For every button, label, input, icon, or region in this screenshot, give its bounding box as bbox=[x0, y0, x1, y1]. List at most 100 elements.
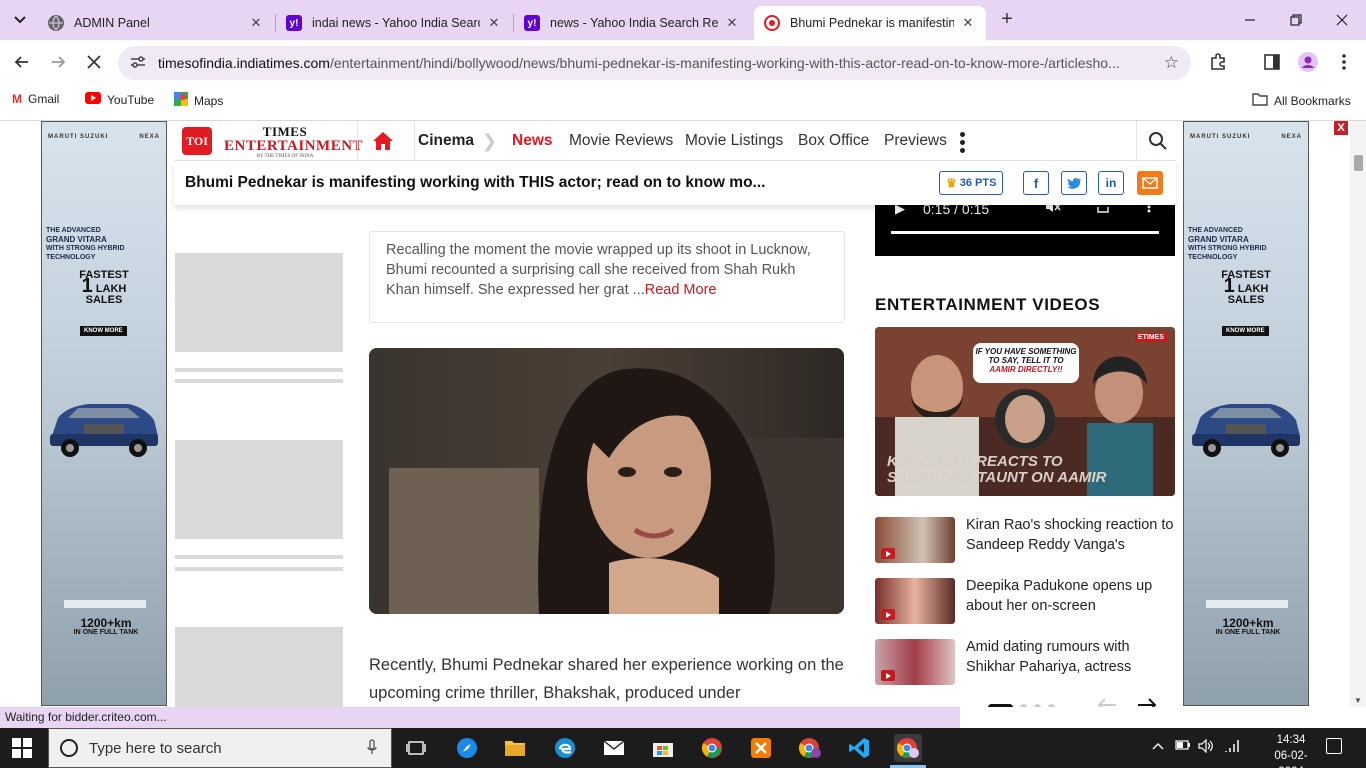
store-icon[interactable] bbox=[649, 734, 677, 762]
taskbar-clock[interactable]: 14:34 06-02-2024 bbox=[1266, 732, 1316, 768]
extensions-button[interactable] bbox=[1204, 48, 1232, 76]
bookmark-maps[interactable]: Maps bbox=[174, 92, 223, 109]
chrome-icon[interactable] bbox=[698, 734, 726, 762]
close-window-button[interactable] bbox=[1330, 8, 1354, 32]
all-bookmarks[interactable]: All Bookmarks bbox=[1252, 92, 1351, 109]
right-ad-banner[interactable]: MARUTI SUZUKI NEXA THE ADVANCED GRAND VI… bbox=[1183, 121, 1309, 706]
chrome-active-icon[interactable] bbox=[894, 734, 922, 762]
stop-loading-button[interactable] bbox=[80, 48, 108, 76]
task-view-icon[interactable] bbox=[402, 734, 430, 762]
loading-placeholder bbox=[175, 440, 343, 539]
windows-start-icon[interactable] bbox=[12, 738, 32, 758]
close-icon[interactable]: ✕ bbox=[486, 15, 502, 31]
ad-know-more-button[interactable]: KNOW MORE bbox=[80, 326, 127, 336]
minimize-button[interactable] bbox=[1238, 8, 1262, 32]
share-email-button[interactable] bbox=[1137, 171, 1163, 195]
minimize-icon bbox=[1245, 19, 1255, 21]
bookmark-star-icon[interactable]: ☆ bbox=[1164, 53, 1179, 73]
tray-chevron-up-icon[interactable] bbox=[1152, 739, 1164, 753]
microphone-icon[interactable] bbox=[367, 738, 377, 758]
read-more-link[interactable]: Read More bbox=[645, 282, 717, 298]
site-settings-icon[interactable] bbox=[128, 55, 148, 72]
address-bar[interactable]: timesofindia.indiatimes.com/entertainmen… bbox=[118, 46, 1191, 80]
bookmarks-bar: M Gmail YouTube Maps All Bookmarks bbox=[0, 85, 1366, 115]
caption-line: SANDEEP'S TAUNT ON AAMIR bbox=[887, 469, 1107, 486]
bookmark-youtube[interactable]: YouTube bbox=[85, 92, 154, 107]
new-tab-button[interactable]: + bbox=[996, 8, 1018, 30]
close-icon[interactable]: ✕ bbox=[248, 15, 264, 31]
share-facebook-button[interactable]: f bbox=[1023, 171, 1049, 195]
loading-placeholder-line bbox=[175, 368, 343, 372]
carousel-prev-arrow-icon[interactable] bbox=[1097, 695, 1117, 707]
nav-cinema[interactable]: Cinema bbox=[418, 132, 474, 150]
chrome-profile-icon[interactable] bbox=[796, 734, 824, 762]
mail-icon[interactable] bbox=[600, 734, 628, 762]
ad-close-button[interactable]: X bbox=[1334, 121, 1348, 135]
restore-button[interactable] bbox=[1284, 8, 1308, 32]
nav-movie-listings[interactable]: Movie Listings bbox=[685, 132, 783, 150]
share-linkedin-button[interactable]: in bbox=[1098, 171, 1124, 195]
video-list-item[interactable]: Kiran Rao's shocking reaction to Sandeep… bbox=[875, 517, 1175, 563]
article-hero-image bbox=[369, 348, 844, 614]
side-panel-button[interactable] bbox=[1258, 48, 1286, 76]
close-icon[interactable]: ✕ bbox=[724, 15, 740, 31]
page-scrollbar[interactable]: ▼ bbox=[1350, 121, 1366, 707]
nav-news[interactable]: News bbox=[512, 132, 553, 150]
linkedin-icon: in bbox=[1105, 176, 1117, 190]
home-icon[interactable] bbox=[372, 131, 394, 151]
close-icon[interactable]: ✕ bbox=[960, 15, 976, 31]
tab-admin-panel[interactable]: ADMIN Panel ✕ bbox=[38, 6, 274, 40]
notification-icon[interactable] bbox=[1326, 738, 1342, 754]
file-explorer-icon[interactable] bbox=[501, 734, 529, 762]
tab-bhumi-pednekar[interactable]: Bhumi Pednekar is manifesting ✕ bbox=[754, 6, 986, 40]
tab-search-button[interactable] bbox=[6, 6, 34, 34]
back-button[interactable] bbox=[8, 48, 36, 76]
points-badge[interactable]: ♛ 36 PTS bbox=[939, 171, 1004, 195]
points-label: 36 PTS bbox=[959, 177, 997, 189]
featured-video-card[interactable]: IF YOU HAVE SOMETHING TO SAY, TELL IT TO… bbox=[875, 327, 1175, 496]
nav-divider bbox=[357, 121, 358, 161]
video-list-item[interactable]: Deepika Padukone opens up about her on-s… bbox=[875, 578, 1175, 624]
nav-movie-reviews[interactable]: Movie Reviews bbox=[569, 132, 673, 150]
video-title: Amid dating rumours with Shikhar Pahariy… bbox=[966, 639, 1132, 675]
carousel-dot-active[interactable] bbox=[988, 704, 1013, 707]
xampp-icon[interactable] bbox=[747, 734, 775, 762]
video-list-item[interactable]: Amid dating rumours with Shikhar Pahariy… bbox=[875, 639, 1175, 685]
safari-compass-icon[interactable] bbox=[453, 734, 481, 762]
video-title: Deepika Padukone opens up about her on-s… bbox=[966, 578, 1153, 614]
share-twitter-button[interactable] bbox=[1061, 171, 1087, 195]
ad-know-more-button[interactable]: KNOW MORE bbox=[1222, 326, 1269, 336]
tab-yahoo-news[interactable]: y! news - Yahoo India Search Resu ✕ bbox=[514, 6, 750, 40]
loading-placeholder bbox=[175, 253, 343, 352]
profile-button[interactable] bbox=[1294, 48, 1322, 76]
nav-box-office[interactable]: Box Office bbox=[798, 132, 869, 150]
sticky-article-bar: Bhumi Pednekar is manifesting working wi… bbox=[174, 161, 1176, 205]
video-player[interactable]: ▶ 0:15 / 0:15 bbox=[875, 201, 1175, 256]
left-ad-banner[interactable]: MARUTI SUZUKI NEXA THE ADVANCED GRAND VI… bbox=[41, 121, 167, 706]
browser-menu-button[interactable] bbox=[1330, 48, 1358, 76]
search-icon[interactable] bbox=[1148, 131, 1168, 151]
carousel-dot[interactable] bbox=[1048, 704, 1055, 707]
bookmark-gmail[interactable]: M Gmail bbox=[12, 92, 59, 106]
nav-previews[interactable]: Previews bbox=[884, 132, 947, 150]
times-entertainment-logo[interactable]: TIMES ENTERTAINMENT BY THE TIMES OF INDI… bbox=[224, 125, 363, 160]
close-icon bbox=[87, 55, 101, 69]
scroll-down-arrow-icon[interactable]: ▼ bbox=[1354, 696, 1362, 705]
nav-more-icon[interactable] bbox=[958, 130, 966, 154]
edge-icon[interactable] bbox=[551, 734, 579, 762]
battery-icon[interactable] bbox=[1175, 739, 1191, 753]
vscode-icon[interactable] bbox=[845, 734, 873, 762]
carousel-next-arrow-icon[interactable] bbox=[1137, 695, 1157, 707]
ad-fastest-line: FASTEST bbox=[1221, 269, 1271, 281]
carousel-dot[interactable] bbox=[1020, 704, 1027, 707]
carousel-dot[interactable] bbox=[1034, 704, 1041, 707]
scrollbar-thumb[interactable] bbox=[1354, 155, 1363, 171]
forward-button[interactable] bbox=[44, 48, 72, 76]
wifi-icon[interactable] bbox=[1224, 739, 1240, 756]
video-progress-bar[interactable] bbox=[891, 231, 1159, 234]
caption-line: KIRAN RAO REACTS TO bbox=[887, 453, 1063, 470]
volume-icon[interactable] bbox=[1198, 738, 1214, 756]
toi-logo[interactable]: TOI bbox=[182, 127, 212, 155]
taskbar-search[interactable]: Type here to search bbox=[48, 728, 392, 768]
tab-yahoo-indai-news[interactable]: y! indai news - Yahoo India Search ✕ bbox=[276, 6, 512, 40]
